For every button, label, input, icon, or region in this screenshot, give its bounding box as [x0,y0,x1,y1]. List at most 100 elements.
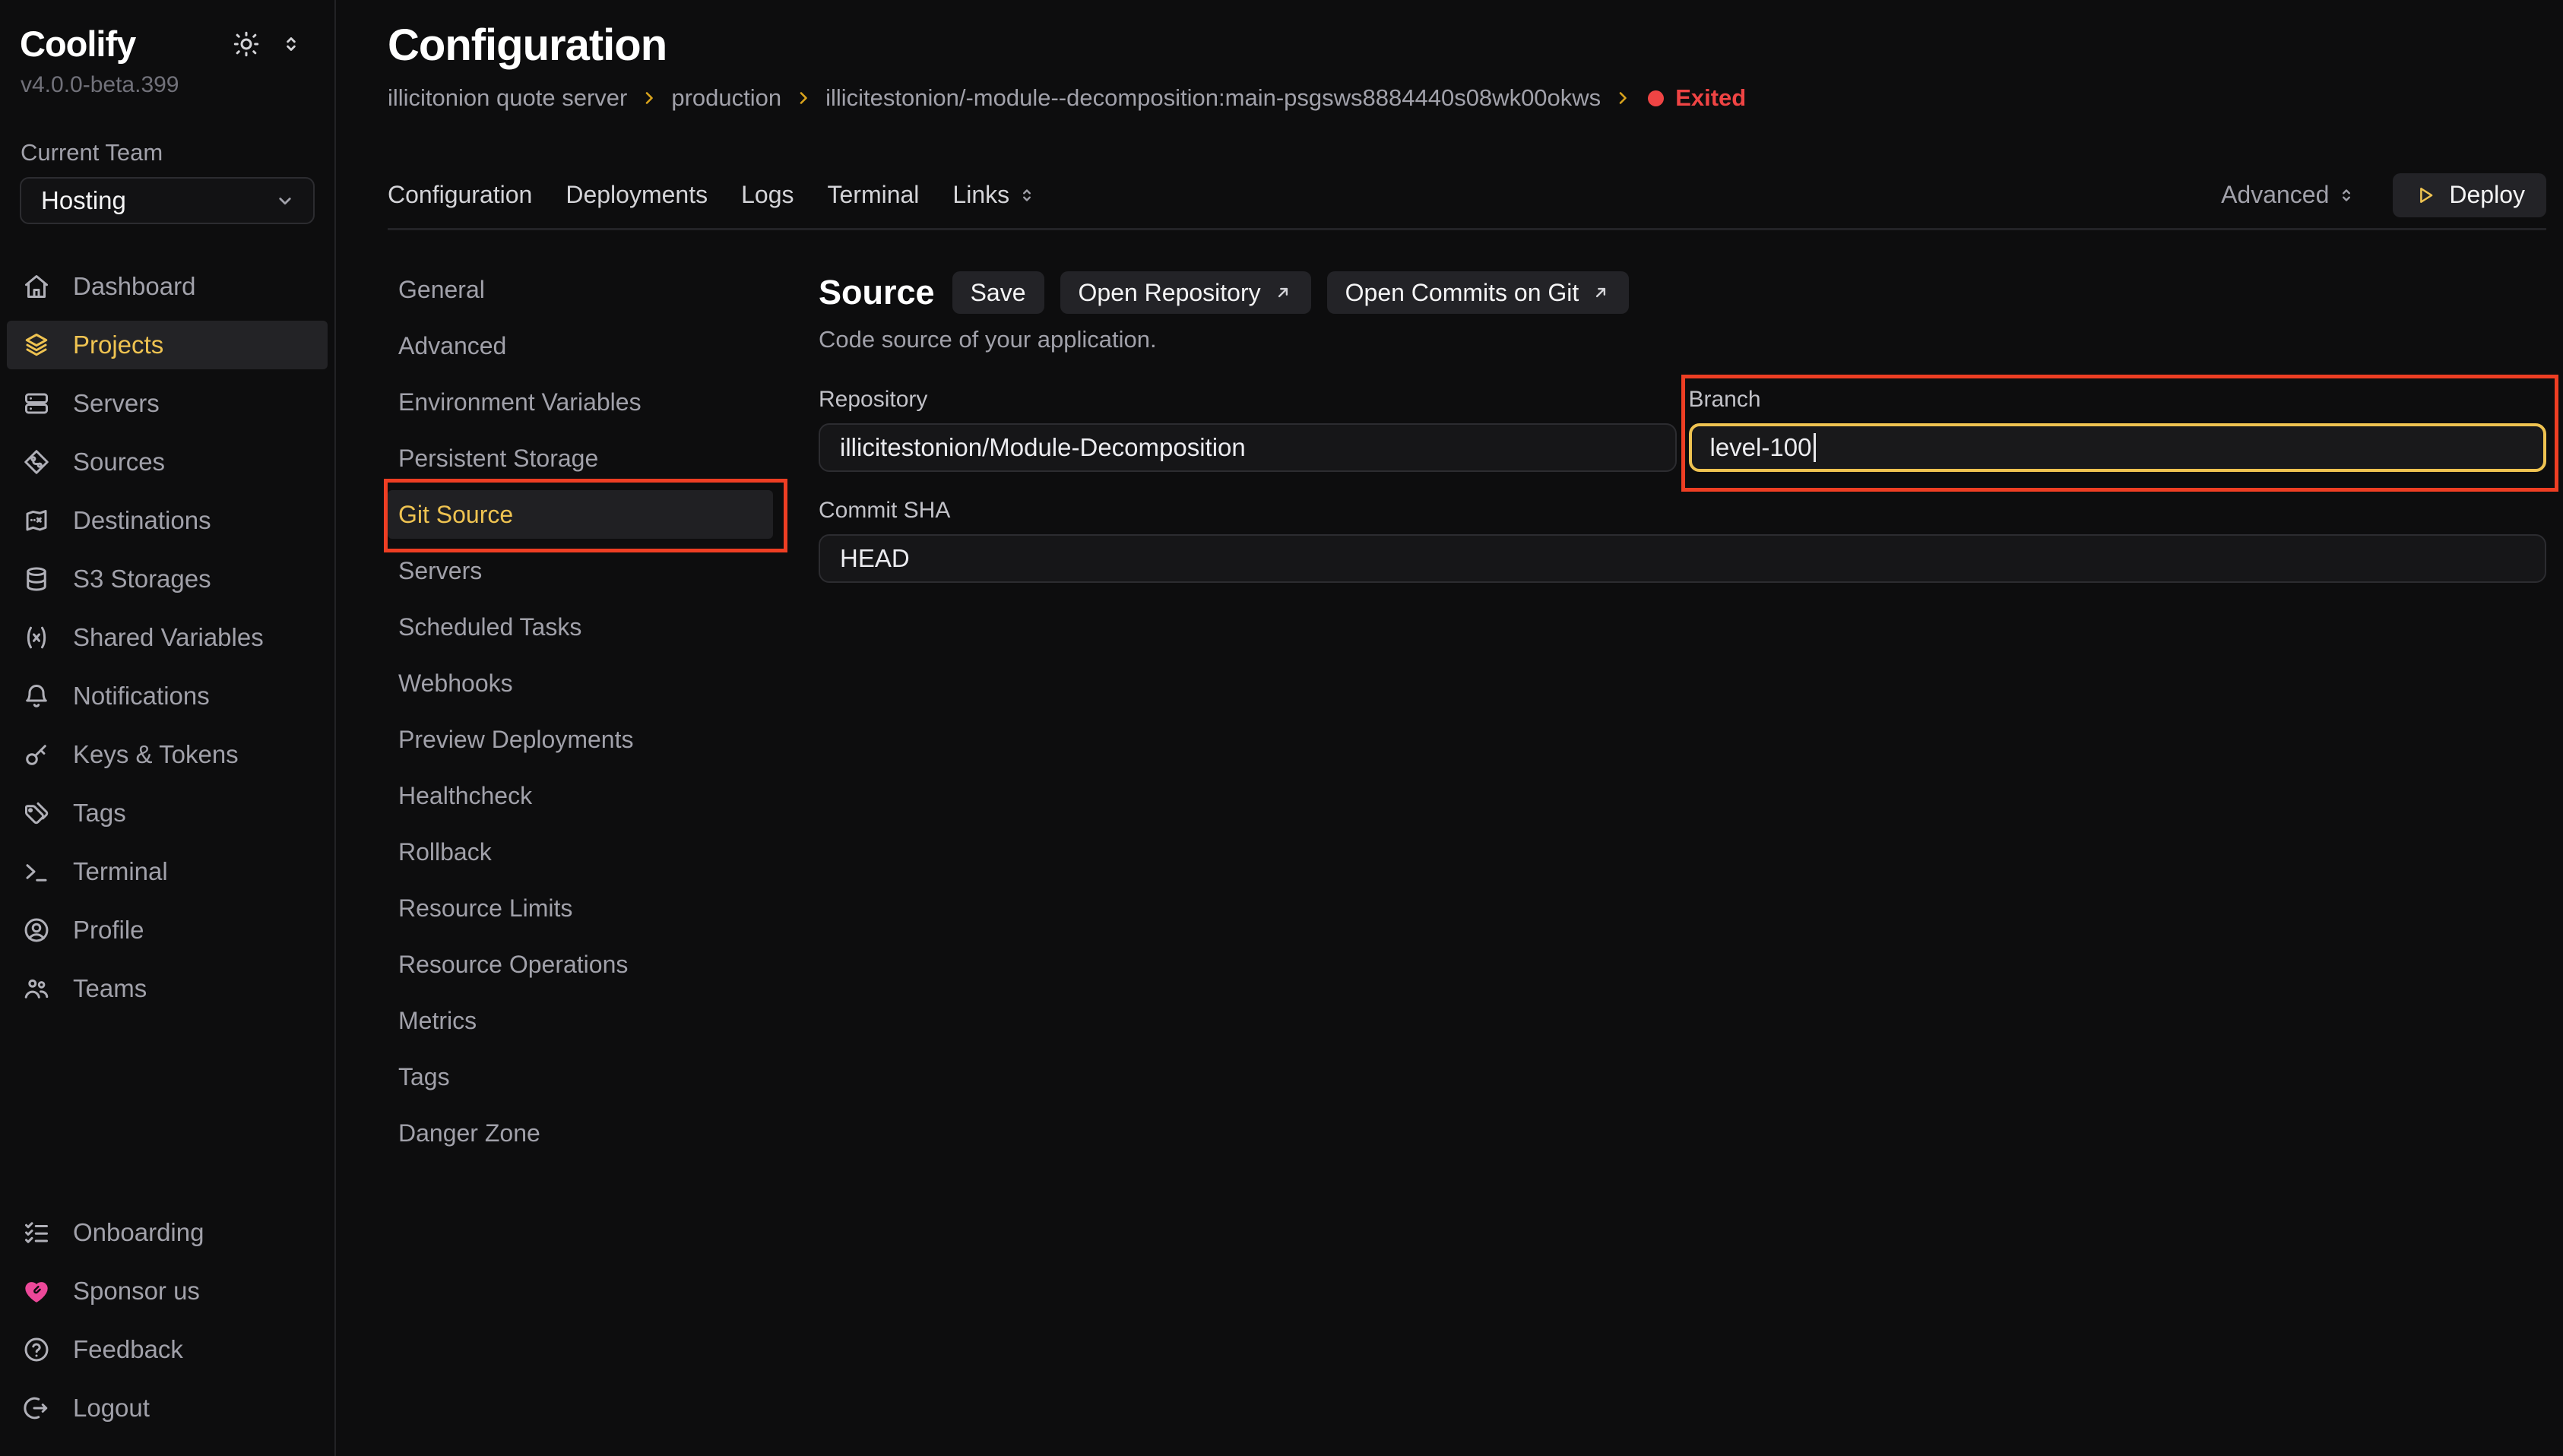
branch-field: Branch level-100 [1689,387,2547,472]
breadcrumb-environment[interactable]: production [671,84,781,112]
checklist-icon [23,1219,50,1246]
sidebar-item-servers[interactable]: Servers [7,379,328,428]
tab-terminal[interactable]: Terminal [827,181,919,209]
sidebar-footer-nav: Onboarding Sponsor us Feedback Logout [0,1208,334,1442]
external-link-icon [1591,283,1611,302]
subnav-item-resource-operations[interactable]: Resource Operations [388,940,773,989]
repository-input[interactable]: illicitestonion/Module-Decomposition [819,423,1677,472]
sidebar-item-logout[interactable]: Logout [7,1384,328,1432]
subnav-item-danger-zone[interactable]: Danger Zone [388,1109,773,1157]
layers-icon [23,331,50,359]
commit-sha-input[interactable]: HEAD [819,534,2546,583]
app-logo: Coolify [20,23,135,65]
breadcrumb: illicitonion quote server production ill… [388,84,2546,112]
current-team-label: Current Team [21,139,334,166]
sidebar-item-onboarding[interactable]: Onboarding [7,1208,328,1257]
sidebar-item-dashboard[interactable]: Dashboard [7,262,328,311]
save-button[interactable]: Save [952,271,1044,314]
subnav-item-webhooks[interactable]: Webhooks [388,659,773,707]
sidebar-item-tags[interactable]: Tags [7,789,328,837]
logout-icon [23,1394,50,1422]
sidebar-item-sources[interactable]: Sources [7,438,328,486]
sidebar-item-projects[interactable]: Projects [7,321,328,369]
text-cursor [1814,433,1816,462]
open-commits-button[interactable]: Open Commits on Git [1327,271,1630,314]
chevron-right-icon [1614,89,1632,107]
database-icon [23,565,50,593]
subnav-item-general[interactable]: General [388,265,773,314]
subnav-item-rollback[interactable]: Rollback [388,828,773,876]
source-heading: Source [819,273,935,312]
breadcrumb-application[interactable]: illicitestonion/-module--decomposition:m… [825,84,1601,112]
theme-toggle-sun-icon[interactable] [233,30,260,58]
chevrons-up-down-icon [1017,185,1037,205]
subnav-item-preview-deployments[interactable]: Preview Deployments [388,715,773,764]
repository-field: Repository illicitestonion/Module-Decomp… [819,387,1677,472]
branch-label: Branch [1689,387,2547,413]
sidebar-item-s3-storages[interactable]: S3 Storages [7,555,328,603]
breadcrumb-project[interactable]: illicitonion quote server [388,84,627,112]
git-source-panel: Source Save Open Repository Open Commits… [819,261,2546,1165]
user-circle-icon [23,916,50,944]
chevron-right-icon [794,89,813,107]
server-icon [23,390,50,417]
map-icon [23,507,50,534]
external-link-icon [1273,283,1293,302]
chevrons-up-down-icon [2336,185,2356,205]
open-repository-button[interactable]: Open Repository [1060,271,1311,314]
subnav-item-metrics[interactable]: Metrics [388,996,773,1045]
status-badge: Exited [1648,84,1746,112]
terminal-icon [23,858,50,885]
bell-icon [23,682,50,710]
status-dot-icon [1648,90,1664,106]
subnav-item-resource-limits[interactable]: Resource Limits [388,884,773,932]
advanced-menu[interactable]: Advanced [2221,181,2356,209]
subnav-item-advanced[interactable]: Advanced [388,321,773,370]
source-description: Code source of your application. [819,326,2546,353]
parentheses-x-icon [23,624,50,651]
sidebar-item-sponsor-us[interactable]: Sponsor us [7,1267,328,1315]
repository-label: Repository [819,387,1677,413]
sidebar-item-keys-tokens[interactable]: Keys & Tokens [7,730,328,779]
commit-sha-label: Commit SHA [819,498,2546,524]
team-icon [23,975,50,1002]
subnav-item-persistent-storage[interactable]: Persistent Storage [388,434,773,483]
tab-deployments[interactable]: Deployments [566,181,708,209]
status-label: Exited [1675,84,1746,112]
sidebar-item-terminal[interactable]: Terminal [7,847,328,896]
sidebar-item-notifications[interactable]: Notifications [7,672,328,720]
sidebar-item-teams[interactable]: Teams [7,964,328,1013]
page-title: Configuration [388,20,2546,71]
git-source-icon [23,448,50,476]
subnav-item-servers[interactable]: Servers [388,546,773,595]
subnav-item-tags[interactable]: Tags [388,1052,773,1101]
theme-select-chevrons-icon[interactable] [280,33,303,55]
subnav-item-git-source[interactable]: Git Source [388,490,773,539]
subnav-item-healthcheck[interactable]: Healthcheck [388,771,773,820]
sidebar-item-profile[interactable]: Profile [7,906,328,954]
tabs-row: Configuration Deployments Logs Terminal … [388,182,2546,230]
sidebar-item-feedback[interactable]: Feedback [7,1325,328,1374]
chevron-right-icon [640,89,658,107]
tab-logs[interactable]: Logs [741,181,794,209]
branch-input[interactable]: level-100 [1689,423,2547,472]
subnav-item-scheduled-tasks[interactable]: Scheduled Tasks [388,603,773,651]
team-select-value: Hosting [41,186,126,215]
tab-configuration[interactable]: Configuration [388,181,532,209]
configuration-subnav: General Advanced Environment Variables P… [388,261,773,1165]
home-icon [23,273,50,300]
deploy-button[interactable]: Deploy [2393,173,2546,217]
app-version: v4.0.0-beta.399 [21,72,334,98]
tab-links[interactable]: Links [952,181,1037,209]
team-select[interactable]: Hosting [20,177,315,224]
help-circle-icon [23,1336,50,1363]
sidebar-item-destinations[interactable]: Destinations [7,496,328,545]
sidebar-nav: Dashboard Projects Servers Sources Desti… [0,262,334,1023]
main-content: Configuration illicitonion quote server … [336,0,2563,1456]
play-icon [2414,184,2437,207]
subnav-item-environment-variables[interactable]: Environment Variables [388,378,773,426]
tags-icon [23,799,50,827]
sidebar-item-shared-variables[interactable]: Shared Variables [7,613,328,662]
sidebar: Coolify v4.0.0-beta.399 Current Team Hos… [0,0,336,1456]
commit-sha-field: Commit SHA HEAD [819,498,2546,583]
